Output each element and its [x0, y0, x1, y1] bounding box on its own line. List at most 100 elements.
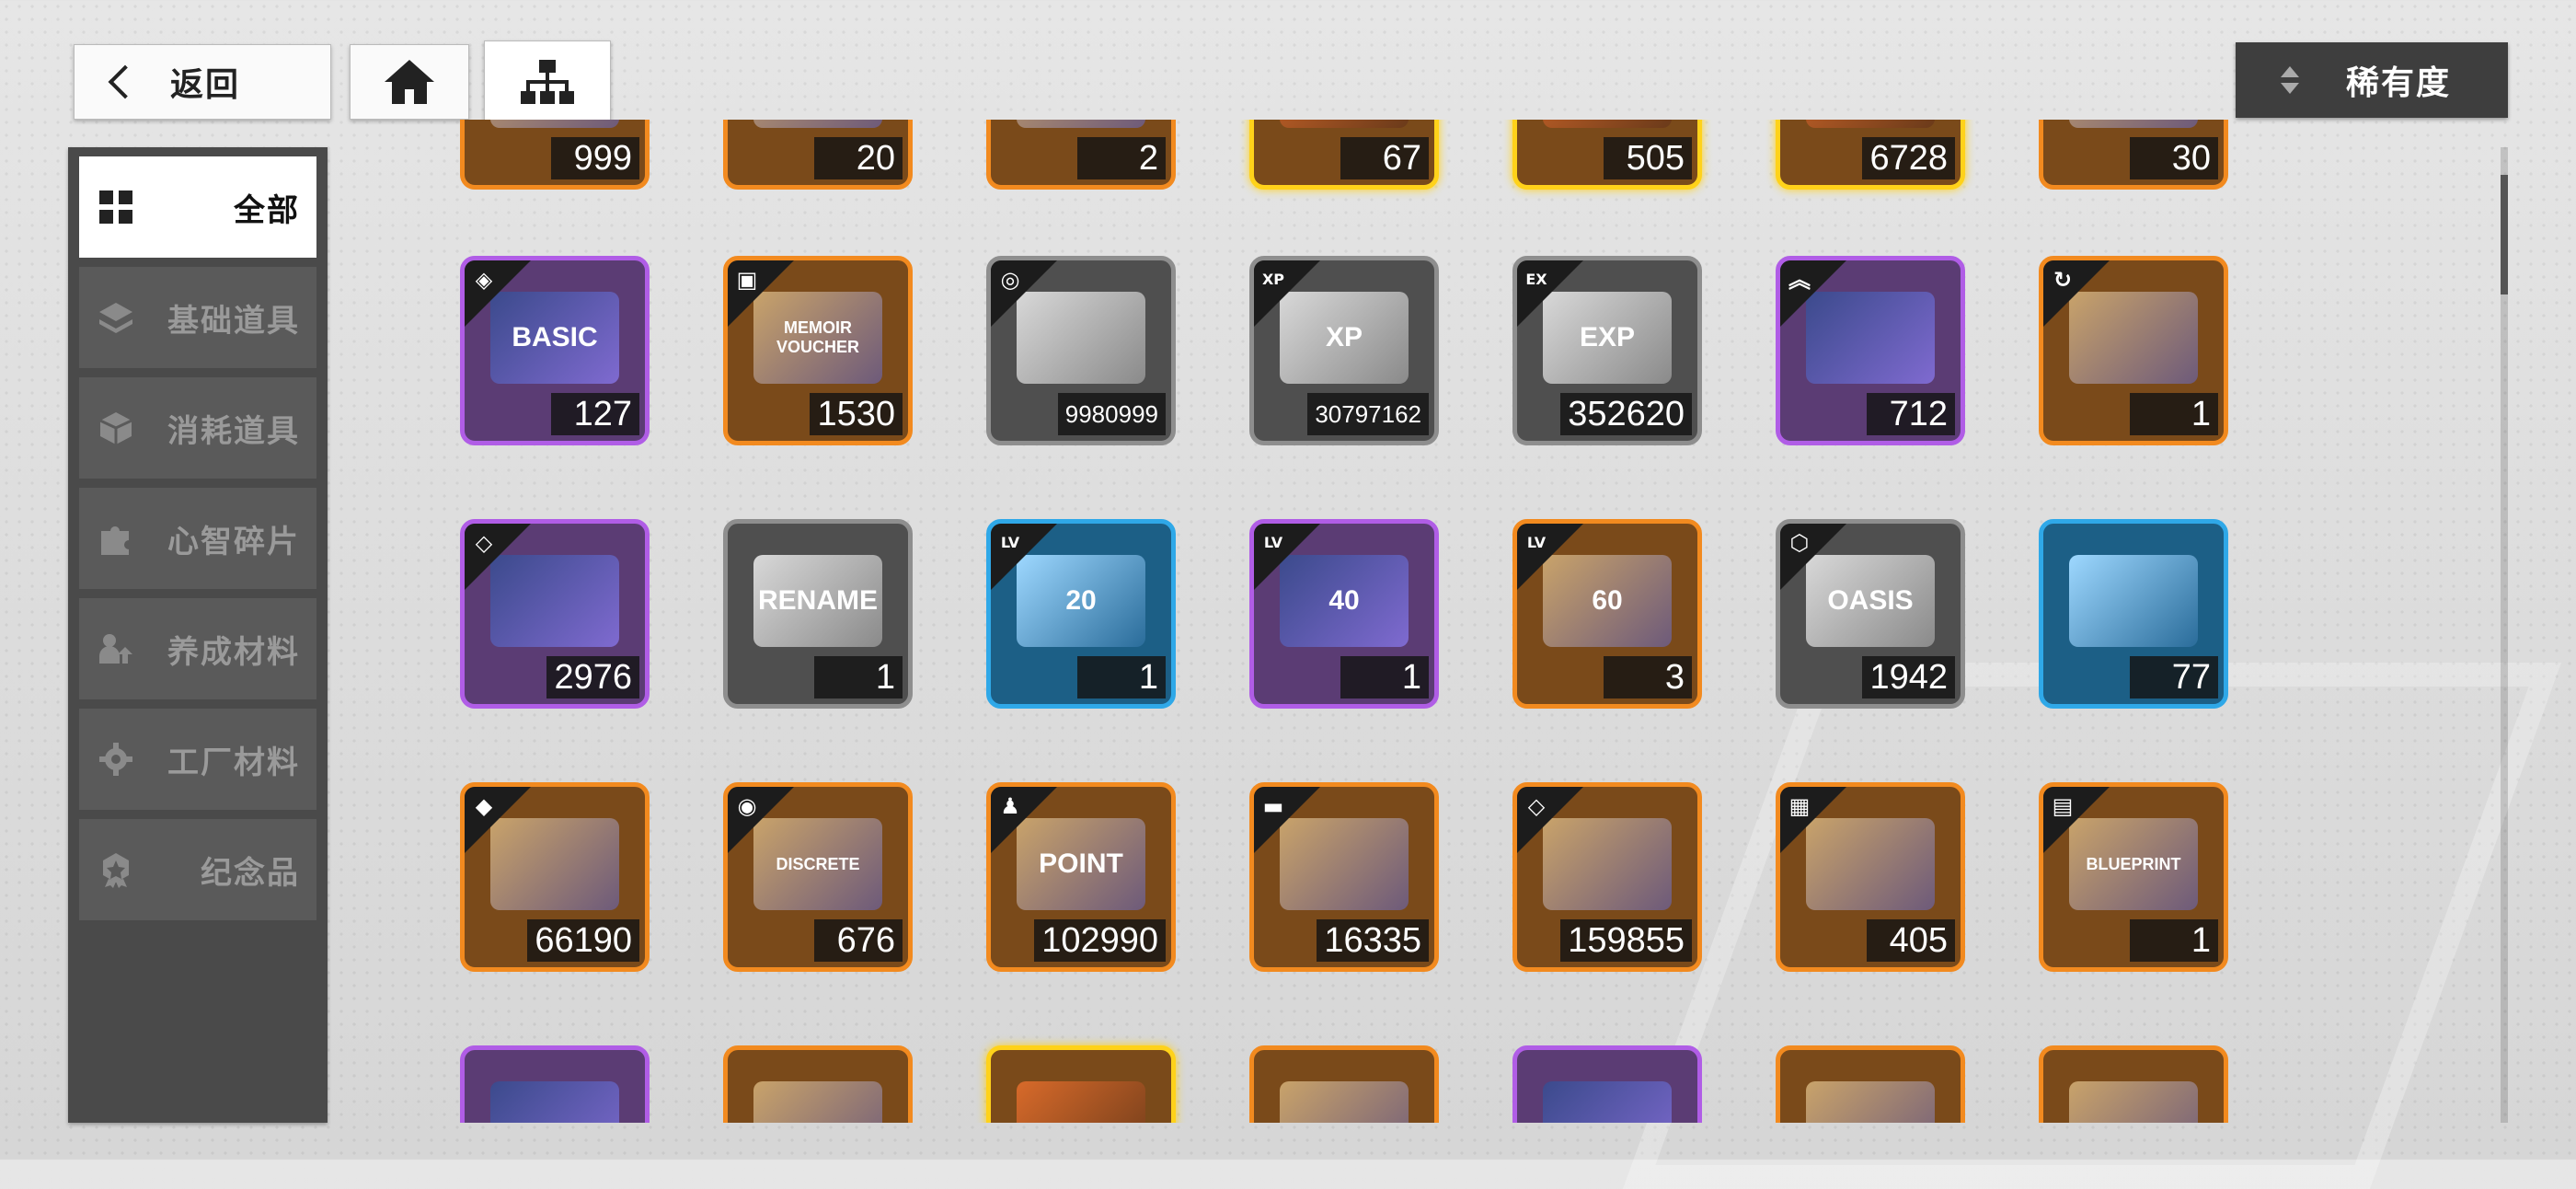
item-count: 1942: [1862, 656, 1955, 698]
item-count: 2: [1077, 137, 1166, 179]
inventory-item[interactable]: ◇ 2976: [460, 519, 650, 709]
item-count: 30: [2130, 137, 2218, 179]
item-count: 1: [2130, 393, 2218, 435]
user-up-icon: [96, 629, 136, 669]
item-count: 66190: [527, 919, 639, 962]
inventory-item[interactable]: [1512, 1045, 1702, 1123]
category-growth-materials[interactable]: 养成材料: [79, 598, 316, 699]
category-factory-materials[interactable]: 工厂材料: [79, 709, 316, 810]
inventory-item[interactable]: ◎ 9980999: [986, 256, 1176, 445]
home-button[interactable]: [350, 44, 469, 120]
item-count: 77: [2130, 656, 2218, 698]
category-basic-items[interactable]: 基础道具: [79, 267, 316, 368]
inventory-item[interactable]: [1776, 1045, 1965, 1123]
inventory-item[interactable]: 30: [2039, 120, 2228, 190]
hierarchy-button[interactable]: [484, 40, 611, 123]
inventory-item[interactable]: RENAME 1: [723, 519, 913, 709]
inventory-item[interactable]: ︽ 712: [1776, 256, 1965, 445]
inventory-grid: 999 20 2 67 505 6728 30 BASIC ◈ 127 MEMOIR VOUCHER…: [368, 120, 2484, 1123]
item-count: 999: [551, 137, 639, 179]
inventory-item[interactable]: 67: [1249, 120, 1439, 190]
inventory-item[interactable]: ▬ 16335: [1249, 782, 1439, 972]
exp-icon: EX: [1525, 271, 1547, 288]
inventory-item[interactable]: 2: [986, 120, 1176, 190]
sort-rarity-button[interactable]: 稀有度: [2236, 42, 2508, 118]
gift-icon: ▣: [736, 267, 758, 293]
inventory-item[interactable]: XP XP 30797162: [1249, 256, 1439, 445]
item-count: 676: [814, 919, 903, 962]
item-artwork: [2069, 555, 2198, 647]
item-artwork: [1017, 1081, 1145, 1123]
inventory-item[interactable]: [1249, 1045, 1439, 1123]
hierarchy-icon: [521, 60, 574, 104]
category-label: 工厂材料: [167, 744, 300, 781]
inventory-item[interactable]: ↻ 1: [2039, 256, 2228, 445]
sort-label: 稀有度: [2346, 64, 2452, 102]
inventory-item[interactable]: BLUEPRINT ▤ 1: [2039, 782, 2228, 972]
category-label: 养成材料: [167, 633, 300, 671]
item-artwork: [1280, 120, 1409, 128]
inventory-item[interactable]: 20 LV 1: [986, 519, 1176, 709]
puzzle-icon: [96, 518, 136, 559]
inventory-item[interactable]: 6728: [1776, 120, 1965, 190]
target-icon: ◉: [737, 793, 757, 819]
layers-icon: [96, 297, 136, 338]
category-souvenirs[interactable]: 纪念品: [79, 819, 316, 920]
inventory-item[interactable]: 20: [723, 120, 913, 190]
item-artwork: RENAME: [753, 555, 882, 647]
grid-icon: [96, 187, 136, 227]
chevron-up-icon: ︽: [1788, 267, 1811, 293]
inventory-item[interactable]: OASIS ⬡ 1942: [1776, 519, 1965, 709]
diamond-icon: ◈: [475, 267, 493, 293]
inventory-item[interactable]: MEMOIR VOUCHER ▣ 1530: [723, 256, 913, 445]
item-artwork: [2069, 1081, 2198, 1123]
item-artwork: [753, 1081, 882, 1123]
item-count: 20: [814, 137, 903, 179]
category-all[interactable]: 全部: [79, 156, 316, 258]
sort-icon: [2280, 66, 2300, 94]
item-artwork: [1017, 120, 1145, 128]
item-count: 2976: [546, 656, 639, 698]
inventory-item[interactable]: DISCRETE ◉ 676: [723, 782, 913, 972]
item-count: 1530: [810, 393, 903, 435]
lv-icon: LV: [1000, 534, 1020, 551]
item-count: 1: [2130, 919, 2218, 962]
scrollbar-thumb[interactable]: [2501, 175, 2508, 294]
category-label: 全部: [234, 191, 300, 229]
chip-icon: ▦: [1788, 793, 1811, 819]
inventory-item[interactable]: EXP EX 352620: [1512, 256, 1702, 445]
item-count: 352620: [1560, 393, 1692, 435]
inventory-item[interactable]: 505: [1512, 120, 1702, 190]
item-count: 102990: [1034, 919, 1166, 962]
item-artwork: [490, 120, 619, 128]
cube-icon: [96, 408, 136, 448]
back-button[interactable]: 返回: [74, 44, 331, 120]
item-count: 159855: [1560, 919, 1692, 962]
item-count: 67: [1340, 137, 1429, 179]
inventory-item[interactable]: ◇ 159855: [1512, 782, 1702, 972]
category-mind-fragments[interactable]: 心智碎片: [79, 488, 316, 589]
item-count: 6728: [1862, 137, 1955, 179]
inventory-item[interactable]: 60 LV 3: [1512, 519, 1702, 709]
inventory-item[interactable]: [723, 1045, 913, 1123]
inventory-item[interactable]: 999: [460, 120, 650, 190]
inventory-item[interactable]: [2039, 1045, 2228, 1123]
home-icon: [385, 60, 434, 104]
category-sidebar: 全部 基础道具 消耗道具 心智碎片 养成材料 工厂材料 纪念品: [68, 147, 328, 1123]
item-count: 9980999: [1057, 393, 1166, 435]
inventory-item[interactable]: ◆ 66190: [460, 782, 650, 972]
crystal-icon: ◆: [475, 793, 493, 819]
badge-icon: [96, 849, 136, 890]
inventory-item[interactable]: [986, 1045, 1176, 1123]
category-consumables[interactable]: 消耗道具: [79, 377, 316, 479]
item-artwork: [1806, 120, 1935, 128]
inventory-item[interactable]: POINT ♟ 102990: [986, 782, 1176, 972]
inventory-item[interactable]: ▦ 405: [1776, 782, 1965, 972]
inventory-item[interactable]: [460, 1045, 650, 1123]
inventory-item[interactable]: 77: [2039, 519, 2228, 709]
inventory-item[interactable]: 40 LV 1: [1249, 519, 1439, 709]
inventory-item[interactable]: BASIC ◈ 127: [460, 256, 650, 445]
refresh-icon: ↻: [2053, 267, 2073, 293]
item-count: 16335: [1317, 919, 1429, 962]
roller-icon: ▬: [1262, 793, 1284, 819]
